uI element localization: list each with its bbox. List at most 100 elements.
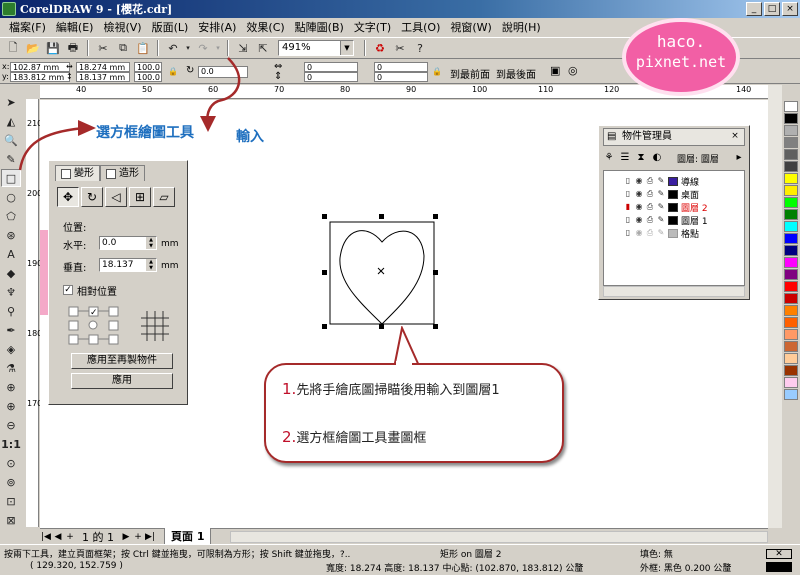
- interactive-blend-icon[interactable]: ⚗: [1, 359, 21, 377]
- menu-tools[interactable]: 工具(O): [396, 19, 445, 35]
- menu-edit[interactable]: 編輯(E): [51, 19, 99, 35]
- palette-swatch[interactable]: [784, 365, 798, 376]
- printer-icon[interactable]: ⎙: [646, 176, 654, 186]
- add-page-icon[interactable]: +: [64, 532, 76, 542]
- to-back-button[interactable]: 到最後面: [496, 66, 536, 81]
- menu-layout[interactable]: 版面(L): [147, 19, 194, 35]
- printer-icon[interactable]: ⎙: [646, 215, 654, 225]
- close-button[interactable]: ×: [782, 2, 798, 16]
- convert-to-curves-icon[interactable]: ▣: [550, 65, 560, 76]
- palette-swatch[interactable]: [784, 281, 798, 292]
- palette-swatch[interactable]: [784, 185, 798, 196]
- palette-swatch[interactable]: [784, 149, 798, 160]
- zoom-selected-icon[interactable]: ⊙: [1, 454, 21, 472]
- polygon-tool-icon[interactable]: ⬠: [1, 207, 21, 225]
- zoom-page-icon[interactable]: ⊡: [1, 492, 21, 510]
- minimize-button[interactable]: _: [746, 2, 762, 16]
- text-tool-icon[interactable]: A: [1, 245, 21, 263]
- layer-row-layer-1[interactable]: ▯ ◉ ⎙ ✎ 圖層 1: [624, 214, 708, 227]
- rotate-mode-icon[interactable]: ↻: [81, 187, 103, 207]
- palette-swatch[interactable]: [784, 221, 798, 232]
- spinner-arrows-icon[interactable]: ▲ ▼: [146, 259, 156, 271]
- layer-row-grid[interactable]: ▯ ◉ ⎙ ✎ 格點: [624, 227, 699, 240]
- horizontal-scrollbar[interactable]: [230, 531, 768, 543]
- corner-round-3-field[interactable]: 0: [304, 72, 358, 82]
- eye-icon[interactable]: ◉: [635, 215, 643, 225]
- palette-swatch[interactable]: [784, 269, 798, 280]
- edit-across-layers-icon[interactable]: ⧗: [635, 152, 647, 164]
- add-page-after-icon[interactable]: +: [132, 532, 144, 542]
- globe-tool-icon[interactable]: ⊕: [1, 378, 21, 396]
- palette-swatch[interactable]: [784, 329, 798, 340]
- whats-this-help-icon[interactable]: ?: [411, 39, 429, 57]
- layer-row-guides[interactable]: ▯ ◉ ⎙ ✎ 導線: [624, 175, 699, 188]
- interactive-fill-icon[interactable]: ◆: [1, 264, 21, 282]
- palette-swatch[interactable]: [784, 125, 798, 136]
- selection-handle[interactable]: [433, 270, 438, 275]
- chevron-down-icon[interactable]: ▼: [340, 41, 353, 55]
- pencil-icon[interactable]: ✎: [657, 189, 665, 199]
- position-mode-icon[interactable]: ✥: [57, 187, 79, 207]
- palette-swatch[interactable]: [784, 197, 798, 208]
- object-manager-scrollbar[interactable]: [603, 286, 745, 297]
- palette-swatch[interactable]: [784, 245, 798, 256]
- palette-swatch[interactable]: [784, 233, 798, 244]
- anchor-grid[interactable]: ✓: [65, 303, 181, 347]
- eye-icon[interactable]: ◉: [635, 176, 643, 186]
- palette-swatch[interactable]: [784, 161, 798, 172]
- palette-swatch[interactable]: [784, 113, 798, 124]
- layer-row-layer-2[interactable]: ▮ ◉ ⎙ ✎ 圖層 2: [624, 201, 708, 214]
- palette-swatch[interactable]: [784, 137, 798, 148]
- vertical-input[interactable]: 18.137 ▲ ▼: [99, 258, 157, 272]
- transparency-tool-icon[interactable]: ♆: [1, 283, 21, 301]
- eyedropper-tool-icon[interactable]: ⚲: [1, 302, 21, 320]
- outline-tool-icon[interactable]: ✒: [1, 321, 21, 339]
- scale-mirror-mode-icon[interactable]: ◁: [105, 187, 127, 207]
- zoom-actual-icon[interactable]: 1:1: [1, 435, 21, 453]
- snap-icon[interactable]: ✂: [391, 39, 409, 57]
- skew-mode-icon[interactable]: ▱: [153, 187, 175, 207]
- ellipse-tool-icon[interactable]: ○: [1, 188, 21, 206]
- to-front-button[interactable]: 到最前面: [450, 66, 490, 81]
- tab-page-1[interactable]: 頁面 1: [164, 528, 212, 545]
- palette-swatch[interactable]: [784, 257, 798, 268]
- close-icon[interactable]: ×: [728, 130, 742, 144]
- pencil-icon[interactable]: ✎: [657, 215, 665, 225]
- last-page-icon[interactable]: ▶|: [144, 532, 156, 542]
- corner-round-2-field[interactable]: 0: [374, 62, 428, 72]
- horizontal-input[interactable]: 0.0 ▲ ▼: [99, 236, 157, 250]
- palette-swatch[interactable]: [784, 377, 798, 388]
- relative-position-checkbox[interactable]: ✓: [63, 285, 73, 295]
- pencil-icon[interactable]: ✎: [657, 228, 665, 238]
- printer-icon[interactable]: ⎙: [646, 202, 654, 212]
- selection-handle[interactable]: [322, 270, 327, 275]
- selection-handle[interactable]: [433, 324, 438, 329]
- first-page-icon[interactable]: |◀: [40, 532, 52, 542]
- palette-swatch[interactable]: [784, 293, 798, 304]
- printer-icon[interactable]: ⎙: [646, 189, 654, 199]
- layer-row-desktop[interactable]: ▯ ◉ ⎙ ✎ 桌面: [624, 188, 699, 201]
- size-mode-icon[interactable]: ⊞: [129, 187, 151, 207]
- palette-swatch[interactable]: [784, 305, 798, 316]
- palette-swatch[interactable]: [784, 317, 798, 328]
- pencil-icon[interactable]: ✎: [657, 202, 665, 212]
- palette-swatch[interactable]: [784, 389, 798, 400]
- outline-swatch-icon[interactable]: [766, 562, 792, 572]
- selection-handle[interactable]: [322, 324, 327, 329]
- lock-corners-icon[interactable]: 🔒: [432, 67, 442, 77]
- menu-help[interactable]: 說明(H): [497, 19, 546, 35]
- palette-swatch[interactable]: [784, 209, 798, 220]
- spinner-arrows-icon[interactable]: ▲ ▼: [146, 237, 156, 249]
- apply-button[interactable]: 應用: [71, 373, 173, 389]
- menu-view[interactable]: 檢視(V): [98, 19, 146, 35]
- spiral-tool-icon[interactable]: ⊛: [1, 226, 21, 244]
- flyout-arrow-icon[interactable]: ▸: [733, 152, 745, 164]
- apply-to-duplicate-button[interactable]: 應用至再製物件: [71, 353, 173, 369]
- corner-round-4-field[interactable]: 0: [374, 72, 428, 82]
- corner-round-1-field[interactable]: 0: [304, 62, 358, 72]
- layer-manager-icon[interactable]: ◐: [651, 152, 663, 164]
- vertical-scrollbar[interactable]: [768, 85, 782, 528]
- menu-window[interactable]: 視窗(W): [445, 19, 496, 35]
- menu-text[interactable]: 文字(T): [349, 19, 396, 35]
- pencil-icon[interactable]: ✎: [657, 176, 665, 186]
